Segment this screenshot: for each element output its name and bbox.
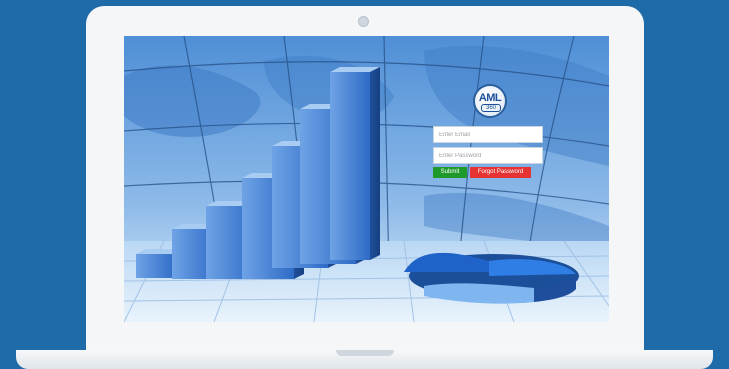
camera-icon bbox=[358, 16, 369, 27]
forgot-password-button[interactable]: Forgot Password bbox=[470, 167, 531, 178]
logo-subtext: 360 bbox=[481, 104, 501, 112]
email-input[interactable] bbox=[433, 126, 543, 143]
background-illustration bbox=[124, 36, 609, 322]
password-input[interactable] bbox=[433, 147, 543, 164]
submit-button[interactable]: Submit bbox=[433, 167, 467, 178]
aml-logo: AML 360 bbox=[473, 84, 507, 118]
laptop-notch bbox=[336, 350, 394, 356]
laptop-base bbox=[16, 350, 713, 369]
login-screen: AML 360 Submit Forgot Password bbox=[124, 36, 609, 322]
pie-chart-illustration bbox=[404, 252, 579, 304]
logo-text: AML bbox=[478, 92, 502, 104]
